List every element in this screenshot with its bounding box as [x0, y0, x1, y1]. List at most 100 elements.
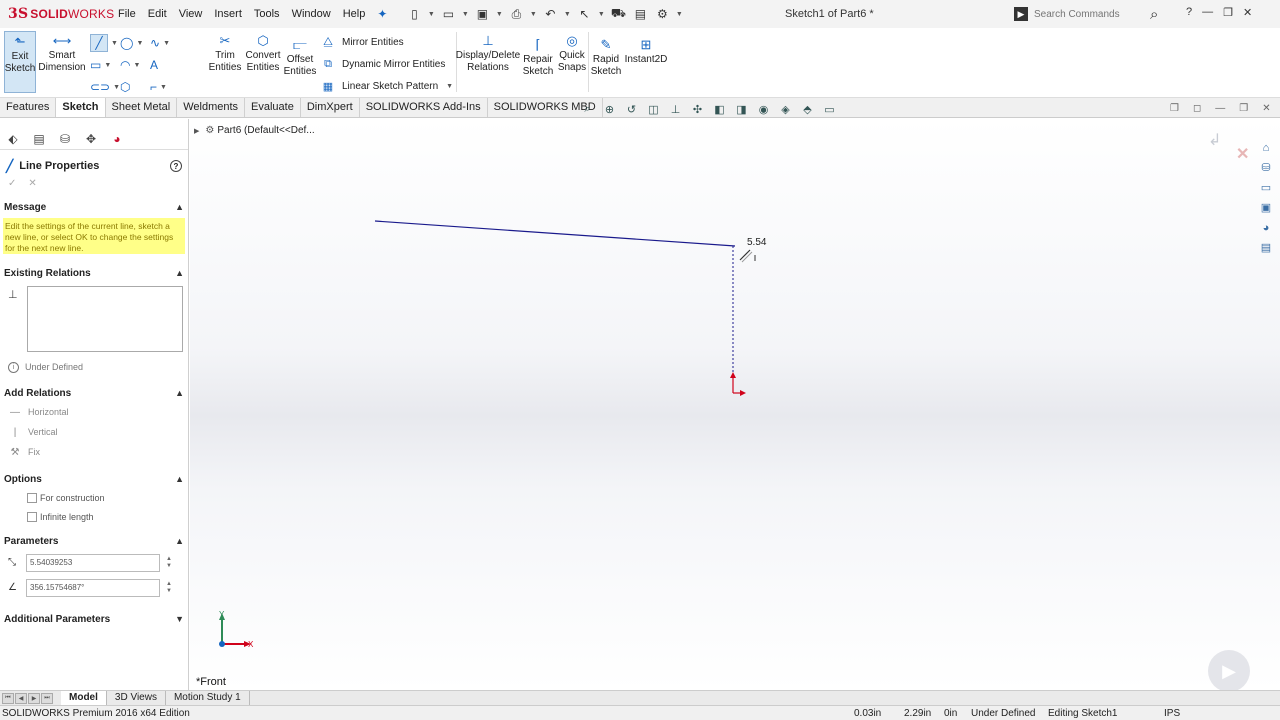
- chevron-down-icon[interactable]: ▼: [160, 84, 167, 91]
- chevron-down-icon[interactable]: ▼: [495, 5, 503, 23]
- unit-system[interactable]: IPS: [1164, 708, 1180, 719]
- display-manager-icon[interactable]: ◕: [108, 131, 126, 147]
- chevron-down-icon[interactable]: ▼: [163, 40, 170, 47]
- previous-view-icon[interactable]: ↺: [624, 102, 639, 116]
- for-construction-checkbox[interactable]: [27, 492, 37, 503]
- custom-properties-icon[interactable]: ▤: [1258, 240, 1274, 255]
- dynamic-mirror-button[interactable]: ⧉ Dynamic Mirror Entities: [320, 56, 453, 72]
- rebuild-icon[interactable]: ⛟: [609, 5, 627, 23]
- linear-pattern-button[interactable]: ▦ Linear Sketch Pattern ▼: [320, 78, 453, 94]
- confirmation-corner-cancel-icon[interactable]: ✕: [1236, 144, 1249, 164]
- view-palette-icon[interactable]: ▣: [1258, 200, 1274, 215]
- view-orientation-icon[interactable]: ✣: [690, 102, 705, 116]
- feature-manager-icon[interactable]: ⬖: [4, 131, 22, 147]
- tab-motion-study[interactable]: Motion Study 1: [166, 691, 250, 705]
- menu-edit[interactable]: Edit: [142, 0, 173, 28]
- tab-evaluate[interactable]: Evaluate: [245, 98, 301, 117]
- menu-file[interactable]: File: [112, 0, 142, 28]
- option-infinite-length[interactable]: Infinite length: [0, 507, 188, 526]
- polygon-tool[interactable]: ⬡: [120, 76, 150, 98]
- file-properties-icon[interactable]: ▤: [631, 5, 649, 23]
- chevron-down-icon[interactable]: ▼: [136, 40, 143, 47]
- trim-entities-button[interactable]: ✂ Trim Entities: [209, 33, 242, 74]
- property-manager-icon[interactable]: ▤: [30, 131, 48, 147]
- view-settings-icon[interactable]: ⬘: [800, 102, 815, 116]
- configuration-manager-icon[interactable]: ⛁: [56, 131, 74, 147]
- solidworks-logo[interactable]: 3S SOLID WORKS: [0, 6, 114, 22]
- help-button[interactable]: ?: [1186, 6, 1192, 19]
- add-relation-vertical[interactable]: | Vertical: [0, 422, 188, 442]
- display-style-icon[interactable]: ◧: [712, 102, 727, 116]
- quick-snaps-button[interactable]: ◎ Quick Snaps: [557, 33, 587, 74]
- close-icon[interactable]: ✕: [1262, 103, 1270, 114]
- fillet-tool[interactable]: ⌐ ▼: [150, 76, 180, 98]
- instant2d-button[interactable]: ⊞ Instant2D: [624, 37, 668, 66]
- chevron-down-icon[interactable]: ▼: [113, 84, 120, 91]
- last-tab-icon[interactable]: ⏭: [41, 692, 53, 704]
- spline-tool[interactable]: ∿ ▼: [150, 32, 180, 54]
- home-icon[interactable]: ⌂: [1258, 140, 1274, 155]
- print-icon[interactable]: ⎙: [507, 5, 525, 23]
- apply-scene-icon[interactable]: ◈: [778, 102, 793, 116]
- length-spinner[interactable]: ▲ ▼: [162, 556, 176, 570]
- length-input[interactable]: [26, 553, 160, 572]
- display-delete-relations-button[interactable]: ⊥ Display/Delete Relations: [456, 33, 520, 74]
- tab-dimxpert[interactable]: DimXpert: [301, 98, 360, 117]
- options-gear-icon[interactable]: ⚙: [653, 5, 671, 23]
- dimxpert-manager-icon[interactable]: ✥: [82, 131, 100, 147]
- sketch-canvas[interactable]: 5.54 Y X: [190, 119, 1280, 690]
- existing-relations-header[interactable]: Existing Relations ▲: [0, 264, 188, 282]
- chevron-down-icon[interactable]: ▼: [111, 40, 118, 47]
- mirror-entities-button[interactable]: ⧋ Mirror Entities: [320, 34, 453, 50]
- edit-appearance-icon[interactable]: ◉: [756, 102, 771, 116]
- chevron-down-icon[interactable]: ▼: [529, 5, 537, 23]
- restore-icon[interactable]: ❐: [1239, 103, 1248, 114]
- parameters-header[interactable]: Parameters ▲: [0, 532, 188, 550]
- option-for-construction[interactable]: For construction: [0, 488, 188, 507]
- restore-icon[interactable]: ❐: [1223, 6, 1233, 19]
- chevron-down-icon[interactable]: ▼: [597, 5, 605, 23]
- first-tab-icon[interactable]: ⏮: [2, 692, 14, 704]
- rapid-sketch-button[interactable]: ✎ Rapid Sketch: [590, 37, 622, 78]
- menu-view[interactable]: View: [173, 0, 209, 28]
- tile-icon[interactable]: ◻: [1193, 103, 1201, 114]
- search-input[interactable]: [1034, 8, 1146, 20]
- chevron-down-icon[interactable]: ▼: [675, 5, 683, 23]
- menu-insert[interactable]: Insert: [208, 0, 248, 28]
- additional-parameters-header[interactable]: Additional Parameters ▼: [0, 610, 188, 628]
- chevron-down-icon[interactable]: ▼: [563, 5, 571, 23]
- pin-icon[interactable]: ✦: [377, 7, 387, 21]
- menu-window[interactable]: Window: [286, 0, 337, 28]
- file-explorer-icon[interactable]: ▭: [1258, 180, 1274, 195]
- add-relation-fix[interactable]: ⚒ Fix: [0, 442, 188, 462]
- repair-sketch-button[interactable]: ⌈ Repair Sketch: [522, 37, 554, 78]
- zoom-to-area-icon[interactable]: ⊕: [602, 102, 617, 116]
- tab-3d-views[interactable]: 3D Views: [107, 691, 166, 705]
- search-icon[interactable]: ⌕: [1150, 6, 1158, 23]
- tab-sketch[interactable]: Sketch: [56, 98, 106, 117]
- arc-tool[interactable]: ◠ ▼: [120, 54, 150, 76]
- play-icon[interactable]: ▶: [1208, 650, 1250, 692]
- angle-spinner[interactable]: ▲ ▼: [162, 581, 176, 595]
- menu-help[interactable]: Help: [337, 0, 372, 28]
- rectangle-tool[interactable]: ▭ ▼: [90, 54, 120, 76]
- chevron-up-icon[interactable]: ▲: [175, 268, 184, 278]
- monitor-icon[interactable]: ▭: [822, 102, 837, 116]
- new-document-icon[interactable]: ▯: [405, 5, 423, 23]
- open-folder-icon[interactable]: ▭: [439, 5, 457, 23]
- text-tool[interactable]: A: [150, 54, 180, 76]
- restore-down-icon[interactable]: ❐: [1170, 103, 1179, 114]
- next-tab-icon[interactable]: ▶: [28, 692, 40, 704]
- chevron-down-icon[interactable]: ▼: [133, 62, 140, 69]
- confirmation-corner-ok-icon[interactable]: ↲: [1208, 130, 1221, 150]
- close-icon[interactable]: ✕: [1243, 6, 1252, 19]
- minimize-icon[interactable]: —: [1202, 6, 1213, 19]
- menu-tools[interactable]: Tools: [248, 0, 286, 28]
- options-header[interactable]: Options ▲: [0, 470, 188, 488]
- ok-check-icon[interactable]: ✓: [8, 178, 16, 192]
- sketch-line[interactable]: [374, 220, 736, 247]
- minimize-icon[interactable]: —: [1215, 103, 1225, 114]
- chevron-up-icon[interactable]: ▲: [175, 388, 184, 398]
- exit-sketch-button[interactable]: ⬑ Exit Sketch: [4, 31, 36, 93]
- tab-model[interactable]: Model: [61, 691, 107, 705]
